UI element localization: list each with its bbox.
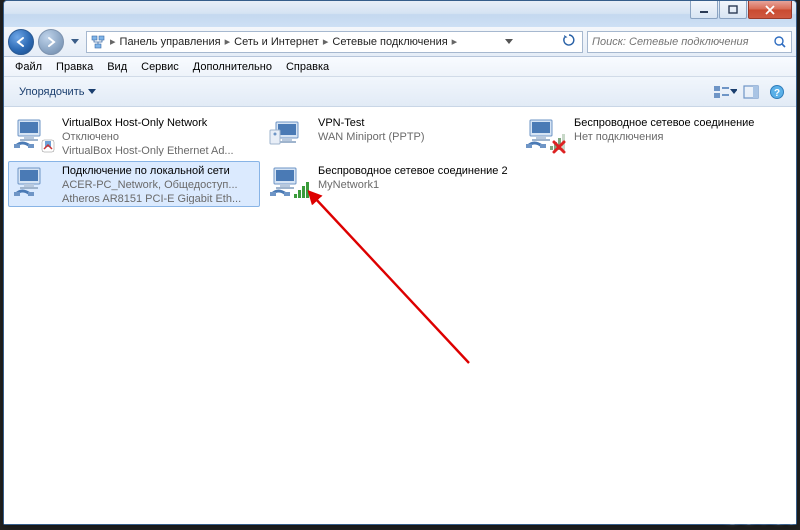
forward-button[interactable] [38, 29, 64, 55]
connection-text: VirtualBox Host-Only Network Отключено V… [62, 116, 256, 156]
connection-sub1: Нет подключения [574, 130, 768, 144]
network-folder-icon [90, 34, 106, 50]
minimize-button[interactable] [690, 1, 718, 19]
annotation-arrow [294, 185, 494, 375]
titlebar [4, 1, 796, 27]
close-button[interactable] [748, 1, 792, 19]
chevron-right-icon: ▸ [224, 35, 232, 48]
menu-help[interactable]: Справка [279, 59, 336, 75]
history-dropdown[interactable] [68, 33, 82, 51]
search-icon [773, 35, 787, 49]
address-bar[interactable]: ▸ Панель управления ▸ Сеть и Интернет ▸ … [86, 31, 583, 53]
chevron-right-icon: ▸ [322, 35, 330, 48]
connection-item[interactable]: VPN-Test WAN Miniport (PPTP) [264, 113, 516, 159]
preview-pane-button[interactable] [738, 81, 764, 103]
connection-item[interactable]: Подключение по локальной сети ACER-PC_Ne… [8, 161, 260, 207]
connection-item[interactable]: VirtualBox Host-Only Network Отключено V… [8, 113, 260, 159]
nav-bar: ▸ Панель управления ▸ Сеть и Интернет ▸ … [4, 27, 796, 57]
connection-title: Беспроводное сетевое соединение 2 [318, 164, 512, 178]
search-box[interactable] [587, 31, 792, 53]
connection-text: Подключение по локальной сети ACER-PC_Ne… [62, 164, 256, 204]
help-button[interactable]: ? [764, 81, 790, 103]
connection-icon [12, 116, 56, 156]
breadcrumb-network-internet[interactable]: Сеть и Интернет [231, 34, 322, 50]
chevron-right-icon: ▸ [109, 35, 117, 48]
connection-item[interactable]: Беспроводное сетевое соединение 2 MyNetw… [264, 161, 516, 207]
refresh-button[interactable] [559, 33, 579, 50]
menu-view[interactable]: Вид [100, 59, 134, 75]
connection-title: Подключение по локальной сети [62, 164, 256, 178]
connection-item[interactable]: Беспроводное сетевое соединение Нет подк… [520, 113, 772, 159]
menu-advanced[interactable]: Дополнительно [186, 59, 279, 75]
connection-title: VPN-Test [318, 116, 512, 130]
connection-title: Беспроводное сетевое соединение [574, 116, 768, 130]
breadcrumb-network-connections[interactable]: Сетевые подключения [329, 34, 450, 50]
connection-icon [524, 116, 568, 156]
connection-sub2: WAN Miniport (PPTP) [318, 130, 512, 144]
connection-icon [268, 164, 312, 204]
organize-button[interactable]: Упорядочить [10, 81, 105, 103]
connection-sub2: VirtualBox Host-Only Ethernet Ad... [62, 144, 256, 156]
connections-grid: VirtualBox Host-Only Network Отключено V… [8, 113, 792, 207]
connection-icon [268, 116, 312, 156]
explorer-window: ▸ Панель управления ▸ Сеть и Интернет ▸ … [3, 0, 797, 525]
breadcrumb-control-panel[interactable]: Панель управления [117, 34, 224, 50]
connection-text: VPN-Test WAN Miniport (PPTP) [318, 116, 512, 156]
back-button[interactable] [8, 29, 34, 55]
connection-sub2: Atheros AR8151 PCI-E Gigabit Eth... [62, 192, 256, 204]
organize-label: Упорядочить [19, 86, 84, 98]
menu-tools[interactable]: Сервис [134, 59, 186, 75]
search-input[interactable] [592, 36, 773, 48]
connection-sub1: Отключено [62, 130, 256, 144]
maximize-button[interactable] [719, 1, 747, 19]
menu-edit[interactable]: Правка [49, 59, 100, 75]
connection-sub1: ACER-PC_Network, Общедоступ... [62, 178, 256, 192]
connection-title: VirtualBox Host-Only Network [62, 116, 256, 130]
toolbar: Упорядочить ? [4, 77, 796, 107]
chevron-down-icon [730, 89, 737, 95]
view-options-button[interactable] [712, 81, 738, 103]
address-dropdown[interactable] [502, 36, 516, 48]
chevron-down-icon [88, 89, 96, 95]
chevron-right-icon: ▸ [451, 35, 459, 48]
menu-bar: Файл Правка Вид Сервис Дополнительно Спр… [4, 57, 796, 77]
connection-text: Беспроводное сетевое соединение 2 MyNetw… [318, 164, 512, 204]
connection-text: Беспроводное сетевое соединение Нет подк… [574, 116, 768, 156]
connection-icon [12, 164, 56, 204]
connection-sub1: MyNetwork1 [318, 178, 512, 192]
menu-file[interactable]: Файл [8, 59, 49, 75]
content-area: VirtualBox Host-Only Network Отключено V… [4, 107, 796, 524]
svg-text:?: ? [774, 88, 780, 99]
